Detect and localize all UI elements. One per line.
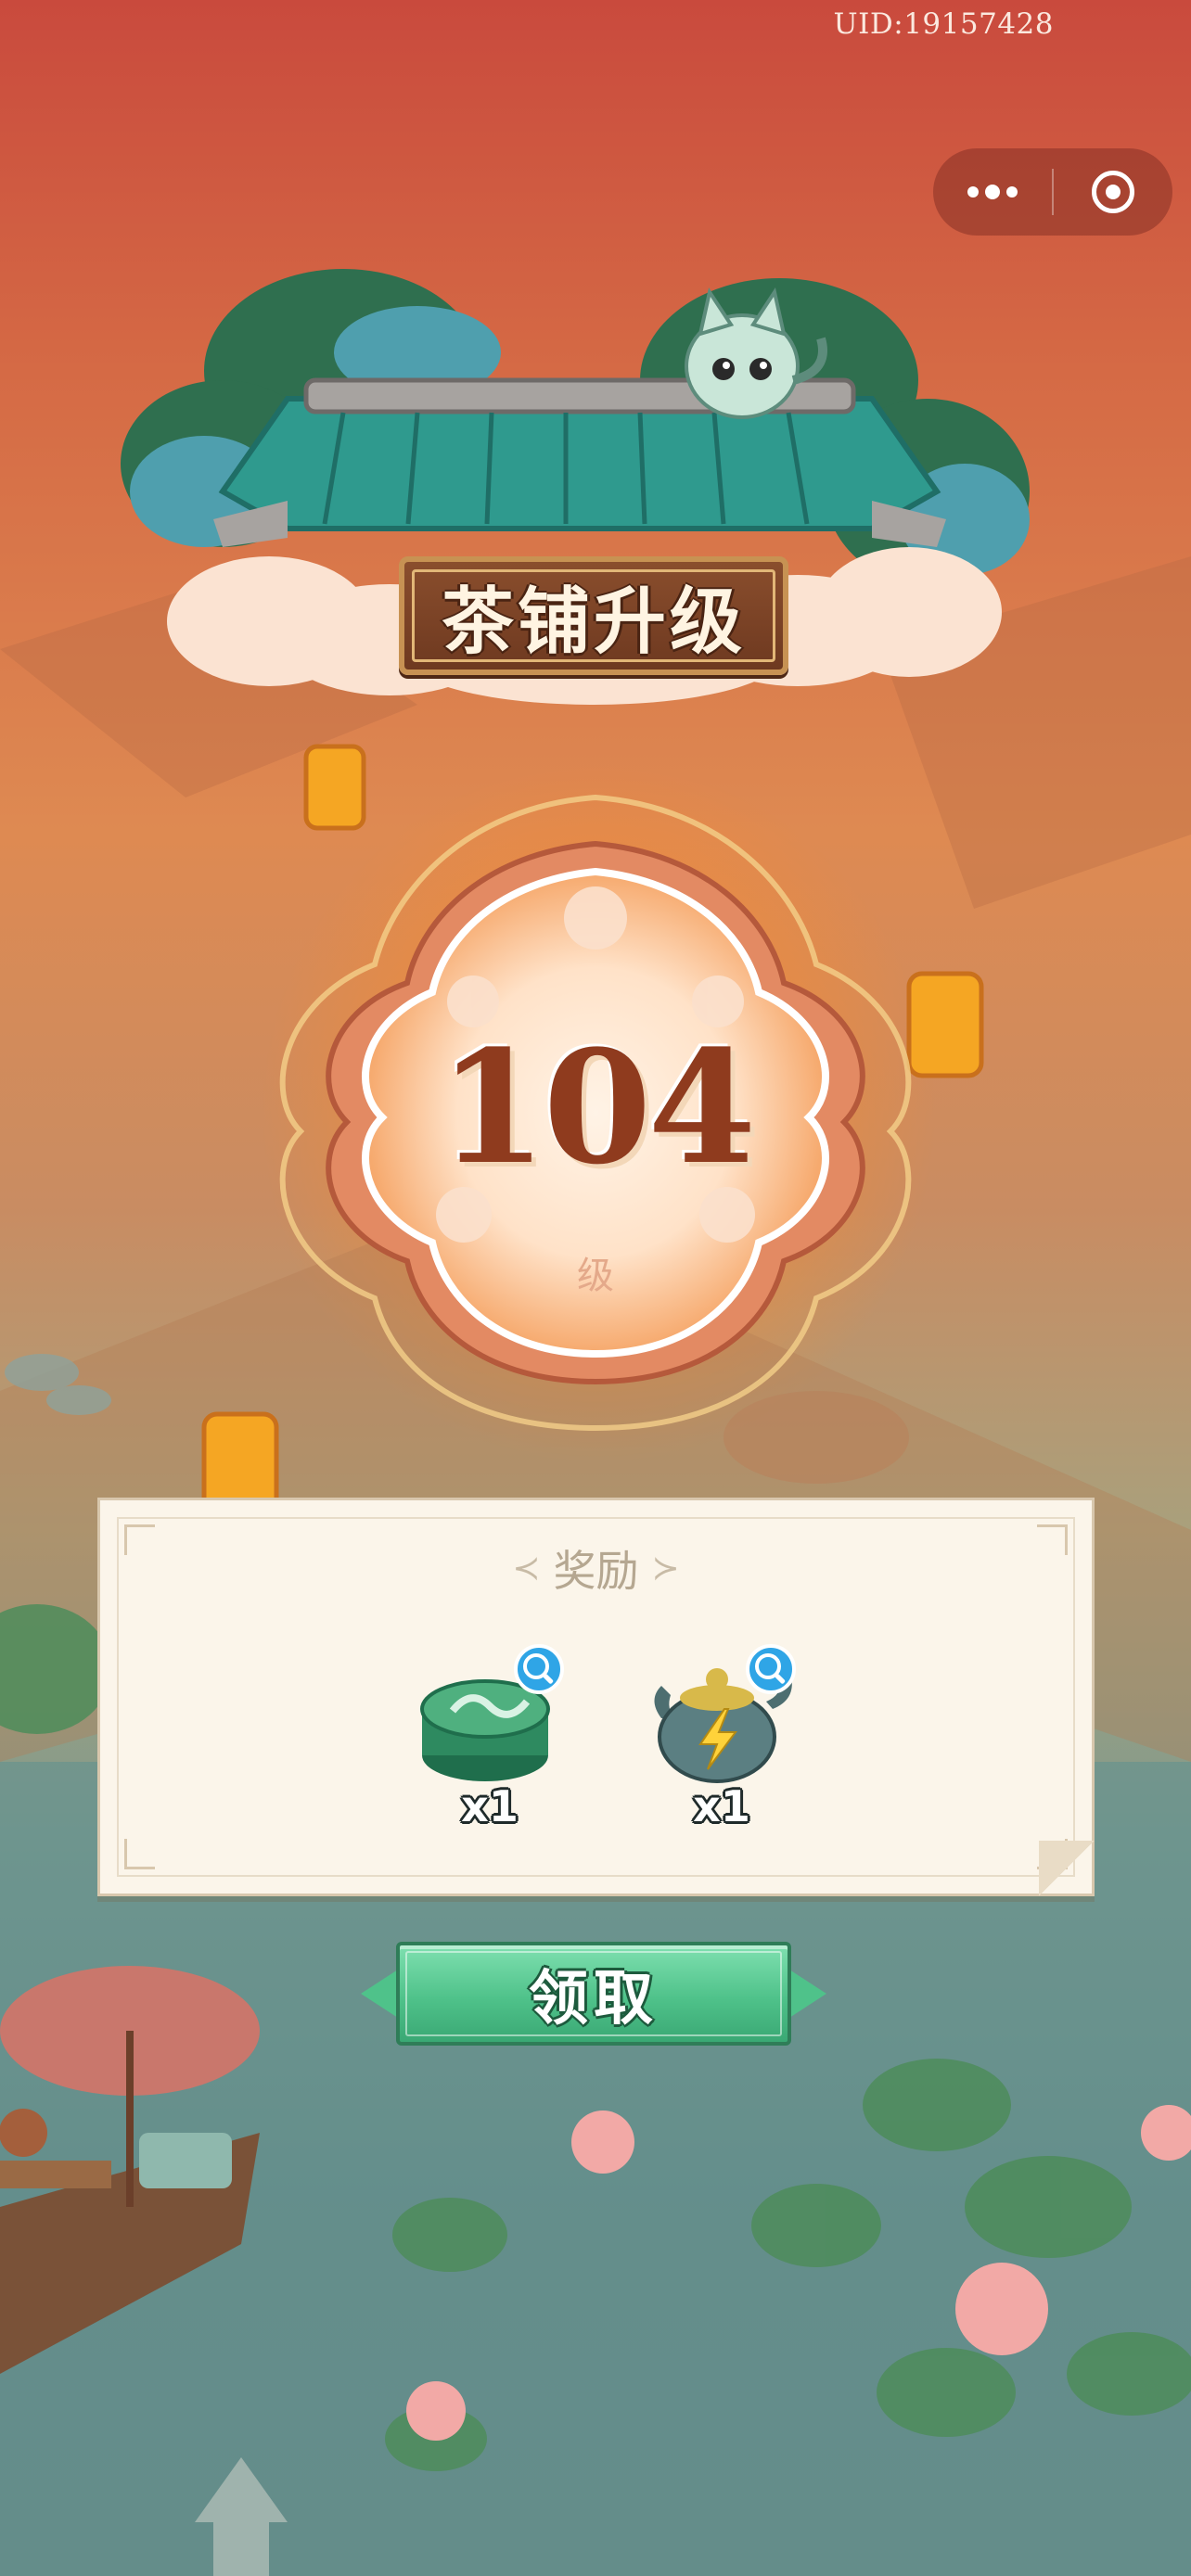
- reward-quantity: x1: [461, 1781, 519, 1831]
- arrow-left-icon: [361, 1970, 398, 2018]
- reward-item-tea-tin[interactable]: x1: [411, 1644, 569, 1831]
- reward-quantity: x1: [693, 1781, 750, 1831]
- title-plaque: 茶铺升级: [399, 556, 788, 675]
- target-close-icon: [1092, 171, 1134, 213]
- claim-button-label: 领取: [529, 1964, 659, 2034]
- reward-panel: ≺ 奖励 ≻ x1 x1: [97, 1498, 1095, 1896]
- mini-program-capsule: [933, 148, 1172, 236]
- claim-button-area: 领取: [357, 1938, 830, 2049]
- flourish-left-icon: ≺: [512, 1549, 541, 1588]
- reward-item-teapot[interactable]: x1: [643, 1644, 800, 1831]
- more-dots-icon: [967, 185, 1018, 199]
- user-id: UID:19157428: [833, 7, 1054, 41]
- title-text: 茶铺升级: [441, 580, 746, 664]
- close-button[interactable]: [1054, 148, 1172, 236]
- title-banner: 茶铺升级: [111, 250, 1048, 714]
- reward-title: ≺ 奖励 ≻: [512, 1546, 680, 1596]
- magnify-icon[interactable]: [514, 1644, 564, 1694]
- arrow-right-icon: [789, 1970, 826, 2018]
- magnify-icon[interactable]: [746, 1644, 796, 1694]
- claim-button[interactable]: 领取: [396, 1942, 791, 2046]
- level-unit: 级: [577, 1255, 614, 1297]
- level-number: 104: [438, 1015, 757, 1199]
- more-button[interactable]: [933, 148, 1052, 236]
- flourish-right-icon: ≻: [651, 1549, 680, 1588]
